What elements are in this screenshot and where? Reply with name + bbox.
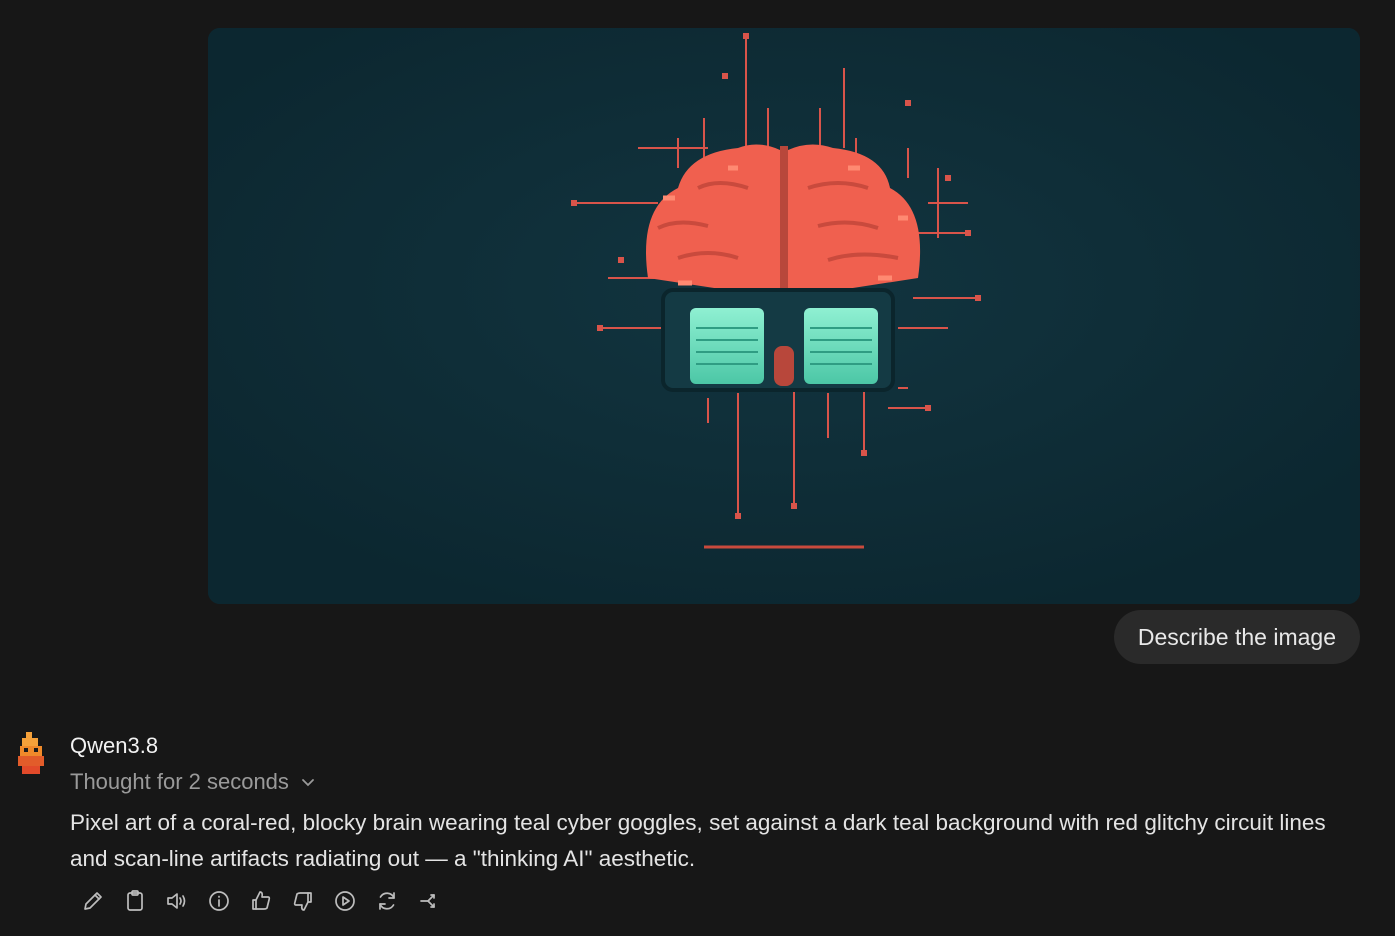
clipboard-icon <box>127 890 143 911</box>
read-aloud-button[interactable] <box>160 884 194 918</box>
model-avatar-icon <box>16 732 46 776</box>
refresh-icon <box>379 892 395 910</box>
chevron-down-icon <box>302 779 314 787</box>
branch-button[interactable] <box>412 884 446 918</box>
thumbs-down-icon <box>293 892 312 911</box>
pencil-icon <box>84 892 102 910</box>
copy-button[interactable] <box>118 884 152 918</box>
uploaded-image[interactable] <box>208 28 1360 604</box>
thumbs-up-icon <box>252 891 271 910</box>
info-button[interactable] <box>202 884 236 918</box>
regenerate-button[interactable] <box>370 884 404 918</box>
goggles-illustration <box>661 288 895 392</box>
speaker-icon <box>167 893 186 909</box>
thought-label: Thought for 2 seconds <box>70 769 289 794</box>
info-icon <box>209 891 229 911</box>
continue-button[interactable] <box>328 884 362 918</box>
assistant-response-text: Pixel art of a coral-red, blocky brain w… <box>70 810 1326 871</box>
message-actions-toolbar <box>76 884 454 918</box>
thumbs-up-button[interactable] <box>244 884 278 918</box>
thumbs-down-button[interactable] <box>286 884 320 918</box>
model-name: Qwen3.8 <box>70 733 159 758</box>
user-message-bubble: Describe the image <box>1113 610 1360 664</box>
play-icon <box>335 891 355 911</box>
thought-toggle[interactable]: Thought for 2 seconds <box>70 769 315 795</box>
edit-button[interactable] <box>76 884 110 918</box>
branch-icon <box>420 894 435 908</box>
